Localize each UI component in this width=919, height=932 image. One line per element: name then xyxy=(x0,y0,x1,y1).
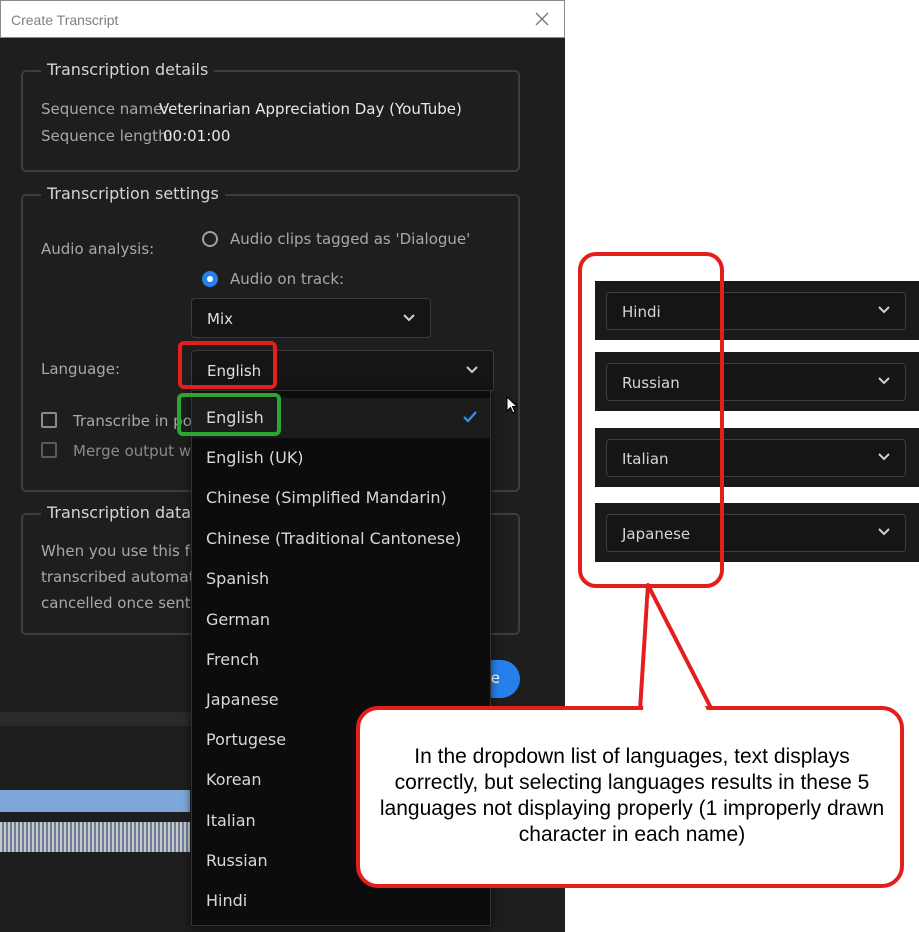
dropdown-item-label: Japanese xyxy=(206,690,279,709)
merge-checkbox-label: Merge output wit xyxy=(73,442,202,460)
details-heading: Transcription details xyxy=(41,60,215,79)
audio-analysis-label: Audio analysis: xyxy=(41,240,155,258)
dropdown-item-label: Italian xyxy=(206,811,256,830)
english-item-highlight xyxy=(177,393,281,436)
data-text-line-2: transcribed automatic xyxy=(41,568,208,586)
dropdown-item[interactable]: English (UK) xyxy=(192,438,490,478)
dropdown-item[interactable]: French xyxy=(192,640,490,680)
dialog-title: Create Transcript xyxy=(11,12,119,28)
chevron-down-icon xyxy=(466,366,478,374)
radio-dialogue[interactable] xyxy=(202,231,218,247)
dropdown-item[interactable]: Chinese (Simplified Mandarin) xyxy=(192,478,490,518)
transcribe-checkbox[interactable] xyxy=(41,412,57,428)
chevron-down-icon xyxy=(878,453,890,461)
language-select-highlight xyxy=(178,341,277,389)
annotation-callout: In the dropdown list of languages, text … xyxy=(356,706,904,888)
chevron-down-icon xyxy=(878,377,890,385)
dropdown-item[interactable]: German xyxy=(192,600,490,640)
sequence-name-label: Sequence name: xyxy=(41,100,168,118)
dropdown-item-label: Hindi xyxy=(206,891,248,910)
merge-checkbox[interactable] xyxy=(41,442,57,458)
data-text-line-3: cancelled once sent fo xyxy=(41,594,210,612)
chevron-down-icon xyxy=(403,314,415,322)
radio-audio-track[interactable] xyxy=(202,271,218,287)
track-select[interactable]: Mix xyxy=(191,298,431,338)
dialog-titlebar: Create Transcript xyxy=(0,0,565,38)
dropdown-item-label: Portugese xyxy=(206,730,287,749)
dropdown-item-label: Russian xyxy=(206,851,268,870)
create-button-label: e xyxy=(490,669,500,687)
timeline-clip xyxy=(0,790,190,812)
chevron-down-icon xyxy=(878,528,890,536)
sequence-name-value: Veterinarian Appreciation Day (YouTube) xyxy=(159,100,462,118)
dropdown-item-label: French xyxy=(206,650,260,669)
chevron-down-icon xyxy=(878,306,890,314)
chips-highlight xyxy=(578,252,724,588)
dropdown-item-label: Chinese (Simplified Mandarin) xyxy=(206,488,447,507)
language-label: Language: xyxy=(41,360,121,378)
radio-dialogue-label: Audio clips tagged as 'Dialogue' xyxy=(230,230,471,248)
data-text-line-1: When you use this fea xyxy=(41,542,209,560)
dropdown-item[interactable]: Spanish xyxy=(192,559,490,599)
dropdown-item-label: English (UK) xyxy=(206,448,304,467)
callout-text: In the dropdown list of languages, text … xyxy=(379,745,885,846)
settings-heading: Transcription settings xyxy=(41,184,225,203)
sequence-length-label: Sequence length: xyxy=(41,127,173,145)
dropdown-item-label: German xyxy=(206,610,271,629)
timeline-audio-waveform xyxy=(0,822,190,852)
track-select-value: Mix xyxy=(207,310,233,328)
details-section: Transcription details Sequence name: Vet… xyxy=(21,60,520,172)
close-icon[interactable] xyxy=(532,9,552,29)
data-heading: Transcription data xyxy=(41,503,198,522)
dropdown-item-label: Spanish xyxy=(206,569,270,588)
dropdown-item[interactable]: Chinese (Traditional Cantonese) xyxy=(192,519,490,559)
checkmark-icon xyxy=(463,411,477,423)
sequence-length-value: 00:01:00 xyxy=(163,127,231,145)
mouse-cursor-icon xyxy=(506,396,519,414)
radio-audio-track-label: Audio on track: xyxy=(230,270,345,288)
dropdown-item-label: Chinese (Traditional Cantonese) xyxy=(206,529,462,548)
dropdown-item-label: Korean xyxy=(206,770,262,789)
